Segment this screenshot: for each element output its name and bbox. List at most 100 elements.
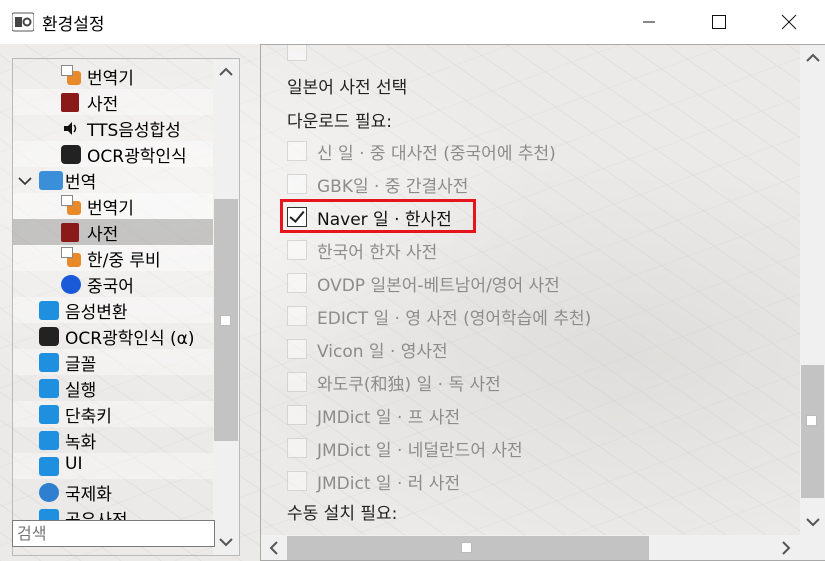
minimize-icon — [643, 21, 655, 23]
dictionary-option-label: 와도쿠(和独) 일 · 독 사전 — [317, 375, 501, 395]
chevron-up-icon — [805, 53, 820, 62]
panel-horizontal-thumb[interactable] — [287, 536, 649, 560]
checkbox[interactable] — [287, 438, 307, 458]
tree-item[interactable]: 사전 — [13, 219, 213, 245]
checkbox[interactable] — [287, 306, 307, 326]
panel-horizontal-scrollbar[interactable] — [261, 535, 800, 560]
manual-heading: 수동 설치 필요: — [287, 504, 398, 524]
close-button[interactable] — [766, 0, 812, 44]
chevron-right-icon — [782, 541, 791, 555]
panel-vertical-scrollbar[interactable] — [800, 45, 825, 535]
panel-scroll-down-button[interactable] — [800, 509, 825, 535]
tree-item[interactable]: OCR광학인식 (α) — [13, 323, 213, 349]
tree-item[interactable]: 한/중 루비 — [13, 245, 213, 271]
close-icon — [781, 14, 797, 30]
tree-item-label: 글꼴 — [65, 355, 97, 375]
expand-chevron-icon[interactable] — [18, 176, 32, 186]
dictionary-option-label: Vicon 일 · 영사전 — [317, 342, 448, 362]
panel-scroll-up-button[interactable] — [800, 45, 825, 71]
music-icon — [39, 301, 59, 320]
tree-item-label: 번역 — [65, 173, 97, 193]
tree-item[interactable]: 녹화 — [13, 427, 213, 453]
dictionary-option-label: OVDP 일본어-베트남어/영어 사전 — [317, 276, 560, 296]
tree-scrollbar[interactable] — [213, 59, 239, 555]
tree-item[interactable]: 번역 — [13, 167, 213, 193]
chevron-up-icon — [219, 67, 233, 76]
section-title: 일본어 사전 선택 — [287, 78, 408, 98]
tree-item[interactable]: 중국어 — [13, 271, 213, 297]
settings-tree[interactable]: 번역기 사전 TTS음성합성 OCR광학인식 번역 번역기 사전 한/중 루비 중국어 음성변환 O… — [12, 58, 240, 556]
document-icon — [39, 353, 59, 372]
tree-scroll-thumb[interactable] — [214, 199, 238, 441]
panel-scroll-left-button[interactable] — [261, 535, 287, 560]
dictionary-option-label: EDICT 일 · 영 사전 (영어학습에 추천) — [317, 309, 592, 329]
dictionary-option-label: JMDict 일 · 네덜란드어 사전 — [317, 441, 523, 461]
translator-icon — [61, 247, 81, 267]
dictionary-settings-panel: 일본어 사전 선택 다운로드 필요: 신 일 · 중 대사전 (중국어에 추천)… — [260, 44, 825, 561]
minimize-button[interactable] — [626, 0, 672, 44]
chevron-left-icon — [269, 541, 278, 555]
search-input[interactable] — [12, 520, 215, 547]
checkbox[interactable] — [287, 405, 307, 425]
tree-item[interactable]: 실행 — [13, 375, 213, 401]
translator-icon — [61, 195, 81, 215]
app-icon — [12, 12, 34, 32]
dictionary-option-label: GBK일 · 중 간결사전 — [317, 177, 469, 197]
panel-scroll-right-button[interactable] — [773, 535, 799, 560]
dictionary-option-label: 신 일 · 중 대사전 (중국어에 추천) — [317, 144, 556, 164]
window-title: 환경설정 — [42, 15, 105, 35]
tree-scroll-down-button[interactable] — [213, 529, 239, 555]
checkbox[interactable] — [287, 339, 307, 359]
dictionary-option-label: JMDict 일 · 프 사전 — [317, 408, 461, 428]
tree-item[interactable]: 글꼴 — [13, 349, 213, 375]
tree-item[interactable]: UI — [13, 453, 213, 479]
app-store-icon — [39, 379, 59, 398]
checkbox[interactable] — [287, 471, 307, 491]
thumb-grip-icon — [220, 315, 231, 326]
dictionary-option-label: 한국어 한자 사전 — [317, 243, 438, 263]
tree-item-label: 사전 — [87, 225, 119, 245]
checkbox[interactable] — [287, 372, 307, 392]
checkbox[interactable] — [287, 45, 307, 61]
dictionary-option-label: JMDict 일 · 러 사전 — [317, 474, 461, 494]
chevron-down-icon — [219, 538, 233, 547]
scrollbar-corner — [800, 535, 825, 560]
ocr-icon — [61, 145, 81, 164]
tree-item-label: UI — [65, 454, 83, 474]
speaker-icon — [61, 119, 81, 138]
tree-item[interactable]: 번역기 — [13, 63, 213, 89]
maximize-icon — [712, 15, 726, 29]
partial-row-above — [287, 45, 307, 62]
title-bar: 환경설정 — [0, 0, 825, 44]
record-icon — [39, 431, 59, 450]
tree-item-label: 단축키 — [65, 407, 112, 427]
highlight-box — [280, 199, 476, 233]
tree-item[interactable]: 단축키 — [13, 401, 213, 427]
tree-item-label: 실행 — [65, 381, 97, 401]
translator-icon — [61, 65, 81, 85]
tree-item[interactable]: OCR광학인식 — [13, 141, 213, 167]
tree-item-label: 번역기 — [87, 199, 134, 219]
download-heading: 다운로드 필요: — [287, 112, 392, 132]
checkbox[interactable] — [287, 240, 307, 260]
tree-item-label: 음성변환 — [65, 303, 128, 323]
tree-item[interactable]: 사전 — [13, 89, 213, 115]
tree-item-label: TTS음성합성 — [87, 121, 181, 141]
shortcut-icon — [39, 405, 59, 424]
dictionary-icon — [61, 93, 79, 112]
tree-item[interactable]: 국제화 — [13, 479, 213, 505]
tree-item[interactable]: 음성변환 — [13, 297, 213, 323]
tree-item[interactable]: TTS음성합성 — [13, 115, 213, 141]
maximize-button[interactable] — [696, 0, 742, 44]
panel-vertical-thumb[interactable] — [801, 365, 824, 498]
checkbox[interactable] — [287, 141, 307, 161]
settings-window-body: 번역기 사전 TTS음성합성 OCR광학인식 번역 번역기 사전 한/중 루비 중국어 음성변환 O… — [0, 44, 825, 561]
tree-item-label: 사전 — [87, 95, 119, 115]
checkbox[interactable] — [287, 174, 307, 194]
dictionary-icon — [61, 223, 79, 242]
tree-item-label: 국제화 — [65, 485, 112, 505]
tree-item[interactable]: 번역기 — [13, 193, 213, 219]
checkbox[interactable] — [287, 273, 307, 293]
thumb-grip-icon — [806, 415, 817, 426]
tree-scroll-up-button[interactable] — [213, 59, 239, 85]
